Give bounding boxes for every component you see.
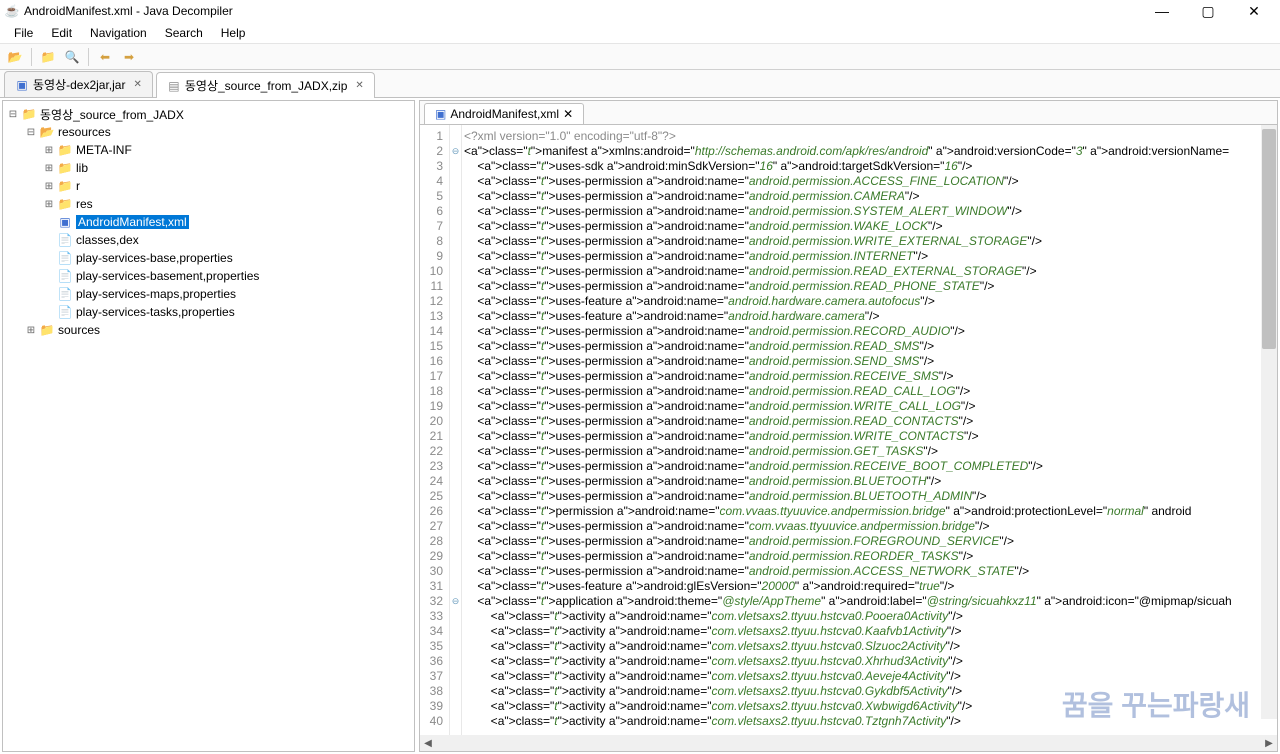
tree-label: play-services-maps,properties [76, 287, 236, 301]
tab-close-icon[interactable]: ✕ [355, 80, 363, 91]
tree-ps-tasks[interactable]: 📄 play-services-tasks,properties [7, 303, 410, 321]
scroll-right-icon[interactable]: ▶ [1261, 735, 1277, 751]
app-icon: ☕ [4, 3, 20, 19]
tab-close-icon[interactable]: ✕ [133, 79, 141, 90]
folder-icon: 📁 [39, 322, 55, 338]
vertical-scrollbar[interactable] [1261, 125, 1277, 719]
tree-ps-basement[interactable]: 📄 play-services-basement,properties [7, 267, 410, 285]
tree-label: play-services-basement,properties [76, 269, 259, 283]
search-button[interactable]: 🔍 [61, 46, 83, 68]
file-icon: 📄 [57, 268, 73, 284]
menu-search[interactable]: Search [157, 24, 211, 42]
collapse-icon[interactable]: ⊟ [7, 108, 19, 120]
xml-file-icon: ▣ [435, 107, 446, 121]
file-tabs: ▣ 동영상-dex2jar,jar ✕ ▤ 동영상_source_from_JA… [0, 70, 1280, 98]
titlebar: ☕ AndroidManifest.xml - Java Decompiler … [0, 0, 1280, 22]
tab-jadx-zip[interactable]: ▤ 동영상_source_from_JADX,zip ✕ [156, 72, 375, 98]
tree-label: play-services-tasks,properties [76, 305, 235, 319]
tree-label: resources [58, 125, 111, 139]
tree-root[interactable]: ⊟ 📁 동영상_source_from_JADX [7, 105, 410, 123]
editor-tabs: ▣ AndroidManifest,xml ✕ [420, 101, 1277, 125]
file-icon: 📄 [57, 304, 73, 320]
tree-label: AndroidManifest,xml [76, 215, 189, 229]
archive-icon: ▤ [167, 79, 181, 93]
tree-classes-dex[interactable]: 📄 classes,dex [7, 231, 410, 249]
menu-edit[interactable]: Edit [43, 24, 80, 42]
scroll-thumb[interactable] [1262, 129, 1276, 349]
tree-resources[interactable]: ⊟ 📂 resources [7, 123, 410, 141]
editor-pane: ▣ AndroidManifest,xml ✕ 1234567891011121… [419, 100, 1278, 752]
xml-file-icon: ▣ [57, 214, 73, 230]
tree-label: sources [58, 323, 100, 337]
tree-r[interactable]: ⊞ 📁 r [7, 177, 410, 195]
forward-button[interactable]: ➡ [118, 46, 140, 68]
tree-label: res [76, 197, 93, 211]
tree-label: META-INF [76, 143, 132, 157]
tree-res[interactable]: ⊞ 📁 res [7, 195, 410, 213]
close-button[interactable]: ✕ [1240, 1, 1268, 21]
minimize-button[interactable]: — [1148, 1, 1176, 21]
folder-icon: 📁 [57, 196, 73, 212]
tree-label: lib [76, 161, 88, 175]
open-file-button[interactable]: 📂 [4, 46, 26, 68]
tree-sources[interactable]: ⊞ 📁 sources [7, 321, 410, 339]
maximize-button[interactable]: ▢ [1194, 1, 1222, 21]
folder-icon: 📁 [57, 142, 73, 158]
folder-icon: 📂 [39, 124, 55, 140]
tree-label: 동영상_source_from_JADX [40, 106, 184, 123]
line-gutter: 1234567891011121314151617181920212223242… [420, 125, 450, 735]
collapse-icon[interactable]: ⊟ [25, 126, 37, 138]
toolbar: 📂 📁 🔍 ⬅ ➡ [0, 44, 1280, 70]
package-icon: 📁 [21, 106, 37, 122]
tree-lib[interactable]: ⊞ 📁 lib [7, 159, 410, 177]
expand-icon[interactable]: ⊞ [25, 324, 37, 336]
tree-label: play-services-base,properties [76, 251, 233, 265]
tab-close-icon[interactable]: ✕ [563, 107, 573, 121]
tree-ps-maps[interactable]: 📄 play-services-maps,properties [7, 285, 410, 303]
expand-icon[interactable]: ⊞ [43, 198, 55, 210]
tree-meta-inf[interactable]: ⊞ 📁 META-INF [7, 141, 410, 159]
menu-file[interactable]: File [6, 24, 41, 42]
separator [88, 48, 89, 66]
tree-label: r [76, 179, 80, 193]
folder-icon: 📁 [57, 178, 73, 194]
tab-label: 동영상-dex2jar,jar [33, 76, 125, 93]
menu-help[interactable]: Help [213, 24, 254, 42]
scroll-left-icon[interactable]: ◀ [420, 735, 436, 751]
window-title: AndroidManifest.xml - Java Decompiler [24, 4, 1148, 18]
tree-label: classes,dex [76, 233, 139, 247]
editor-tab-label: AndroidManifest,xml [450, 107, 559, 121]
menu-navigation[interactable]: Navigation [82, 24, 155, 42]
tree-ps-base[interactable]: 📄 play-services-base,properties [7, 249, 410, 267]
file-icon: 📄 [57, 250, 73, 266]
tab-dex2jar[interactable]: ▣ 동영상-dex2jar,jar ✕ [4, 71, 153, 97]
file-icon: 📄 [57, 286, 73, 302]
code-editor[interactable]: 1234567891011121314151617181920212223242… [420, 125, 1277, 735]
horizontal-scrollbar[interactable]: ◀ ▶ [420, 735, 1277, 751]
binary-icon: ▣ [15, 78, 29, 92]
expand-icon[interactable]: ⊞ [43, 162, 55, 174]
back-button[interactable]: ⬅ [94, 46, 116, 68]
tree-android-manifest[interactable]: ▣ AndroidManifest,xml [7, 213, 410, 231]
menubar: File Edit Navigation Search Help [0, 22, 1280, 44]
separator [31, 48, 32, 66]
editor-tab-manifest[interactable]: ▣ AndroidManifest,xml ✕ [424, 103, 584, 124]
project-tree[interactable]: ⊟ 📁 동영상_source_from_JADX ⊟ 📂 resources ⊞… [2, 100, 415, 752]
code-content[interactable]: <?xml version="1.0" encoding="utf-8"?><a… [462, 125, 1277, 735]
folder-icon: 📁 [57, 160, 73, 176]
expand-icon[interactable]: ⊞ [43, 180, 55, 192]
tab-label: 동영상_source_from_JADX,zip [185, 77, 348, 94]
open-type-button[interactable]: 📁 [37, 46, 59, 68]
expand-icon[interactable]: ⊞ [43, 144, 55, 156]
file-icon: 📄 [57, 232, 73, 248]
fold-gutter[interactable]: ⊖⊖ [450, 125, 462, 735]
